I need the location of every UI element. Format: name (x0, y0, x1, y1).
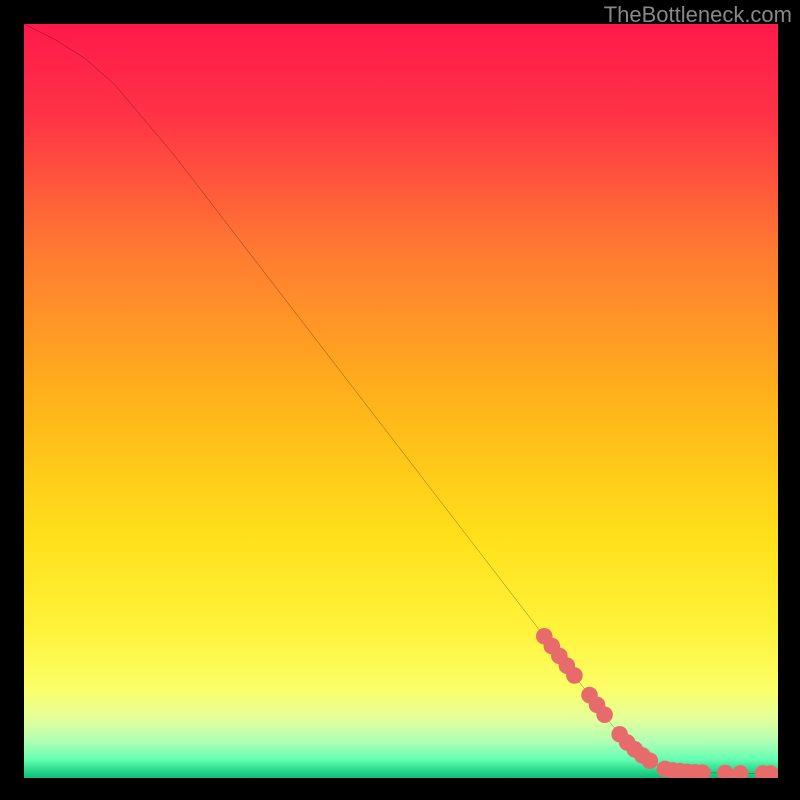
chart-marker (566, 667, 583, 684)
chart-marker (596, 706, 613, 723)
chart-marker (642, 752, 659, 769)
bottleneck-chart (24, 24, 778, 778)
chart-background (24, 24, 778, 778)
watermark-text: TheBottleneck.com (604, 2, 792, 28)
